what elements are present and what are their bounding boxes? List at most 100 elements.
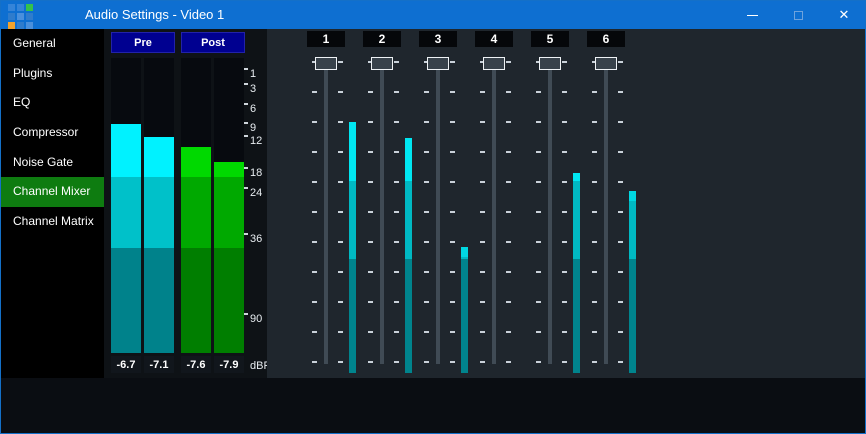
sidebar-item-plugins[interactable]: Plugins <box>1 59 104 89</box>
scale-tick-mark <box>244 83 248 85</box>
fader-tick <box>618 151 623 153</box>
sidebar-item-channel-matrix[interactable]: Channel Matrix <box>1 207 104 237</box>
fader-tick <box>338 331 343 333</box>
logo-square <box>8 4 15 11</box>
logo-square <box>8 13 15 20</box>
sidebar-item-noise-gate[interactable]: Noise Gate <box>1 148 104 178</box>
fader-tick <box>394 91 399 93</box>
fader-handle-4[interactable] <box>483 57 505 70</box>
fader-tick <box>424 241 429 243</box>
close-window-button[interactable]: ✕ <box>821 1 866 29</box>
fader-tick <box>536 181 541 183</box>
scale-tick-label: 24 <box>250 188 262 199</box>
fader-tick <box>480 271 485 273</box>
fader-tick <box>592 91 597 93</box>
meter-group-header-post: Post <box>181 32 245 53</box>
fader-tick <box>618 331 623 333</box>
fader-tick <box>450 61 455 63</box>
fader-tick <box>338 121 343 123</box>
fader-tick <box>312 361 317 363</box>
fader-tick <box>368 151 373 153</box>
fader-tick <box>450 91 455 93</box>
fader-tick <box>480 151 485 153</box>
fader-handle-6[interactable] <box>595 57 617 70</box>
fader-tick <box>312 121 317 123</box>
fader-tick <box>450 211 455 213</box>
sidebar-item-general[interactable]: General <box>1 29 104 59</box>
fader-tick <box>450 151 455 153</box>
fader-tick <box>506 121 511 123</box>
fader-tick <box>536 271 541 273</box>
channel-header-6: 6 <box>587 31 625 47</box>
fader-tick <box>450 271 455 273</box>
fader-tick <box>368 241 373 243</box>
fader-tick <box>506 151 511 153</box>
maximize-button[interactable] <box>775 1 821 29</box>
minimize-button[interactable] <box>729 1 775 29</box>
sidebar-item-channel-mixer[interactable]: Channel Mixer <box>1 177 104 207</box>
fader-tick <box>338 181 343 183</box>
fader-tick <box>536 151 541 153</box>
fader-tick <box>480 361 485 363</box>
master-meter-readout: -7.9 <box>214 356 244 373</box>
fader-tick <box>506 91 511 93</box>
fader-tick <box>536 211 541 213</box>
fader-tick <box>424 361 429 363</box>
scale-tick-label: 36 <box>250 234 262 245</box>
sidebar-item-eq[interactable]: EQ <box>1 88 104 118</box>
channel-level-meter-5 <box>573 181 580 259</box>
fader-tick <box>368 271 373 273</box>
fader-tick <box>424 181 429 183</box>
fader-handle-3[interactable] <box>427 57 449 70</box>
fader-tick <box>562 271 567 273</box>
meter-level-segment <box>214 177 244 248</box>
channel-header-3: 3 <box>419 31 457 47</box>
fader-handle-2[interactable] <box>371 57 393 70</box>
channel-level-meter-3 <box>461 247 468 257</box>
fader-track-3[interactable] <box>436 58 440 364</box>
fader-track-2[interactable] <box>380 58 384 364</box>
scale-tick-mark <box>244 122 248 124</box>
logo-square <box>17 22 24 29</box>
scale-tick-mark <box>244 313 248 315</box>
fader-track-4[interactable] <box>492 58 496 364</box>
logo-square <box>17 4 24 11</box>
logo-square <box>26 13 33 20</box>
fader-tick <box>338 361 343 363</box>
channel-level-meter-5 <box>573 259 580 373</box>
fader-tick <box>338 151 343 153</box>
master-meter-bar <box>181 58 211 353</box>
fader-tick <box>592 241 597 243</box>
fader-tick <box>562 61 567 63</box>
fader-tick <box>618 361 623 363</box>
channel-header-4: 4 <box>475 31 513 47</box>
fader-track-1[interactable] <box>324 58 328 364</box>
fader-tick <box>368 211 373 213</box>
meter-level-segment <box>181 248 211 353</box>
meter-level-segment <box>181 147 211 177</box>
maximize-icon <box>794 11 803 20</box>
fader-handle-5[interactable] <box>539 57 561 70</box>
meter-level-segment <box>181 177 211 248</box>
fader-tick <box>368 361 373 363</box>
fader-tick <box>368 301 373 303</box>
fader-handle-1[interactable] <box>315 57 337 70</box>
channel-level-meter-6 <box>629 191 636 201</box>
fader-track-6[interactable] <box>604 58 608 364</box>
fader-tick <box>424 331 429 333</box>
fader-track-5[interactable] <box>548 58 552 364</box>
channel-level-meter-2 <box>405 138 412 181</box>
fader-tick <box>592 361 597 363</box>
audio-settings-window: Audio Settings - Video 1 ✕ GeneralPlugin… <box>0 0 866 434</box>
sidebar-item-compressor[interactable]: Compressor <box>1 118 104 148</box>
fader-tick <box>618 91 623 93</box>
meter-level-segment <box>214 162 244 177</box>
fader-tick <box>480 211 485 213</box>
fader-tick <box>394 301 399 303</box>
fader-tick <box>562 361 567 363</box>
scale-tick-mark <box>244 167 248 169</box>
meter-level-segment <box>111 177 141 248</box>
logo-square <box>8 22 15 29</box>
fader-tick <box>506 301 511 303</box>
fader-tick <box>394 241 399 243</box>
